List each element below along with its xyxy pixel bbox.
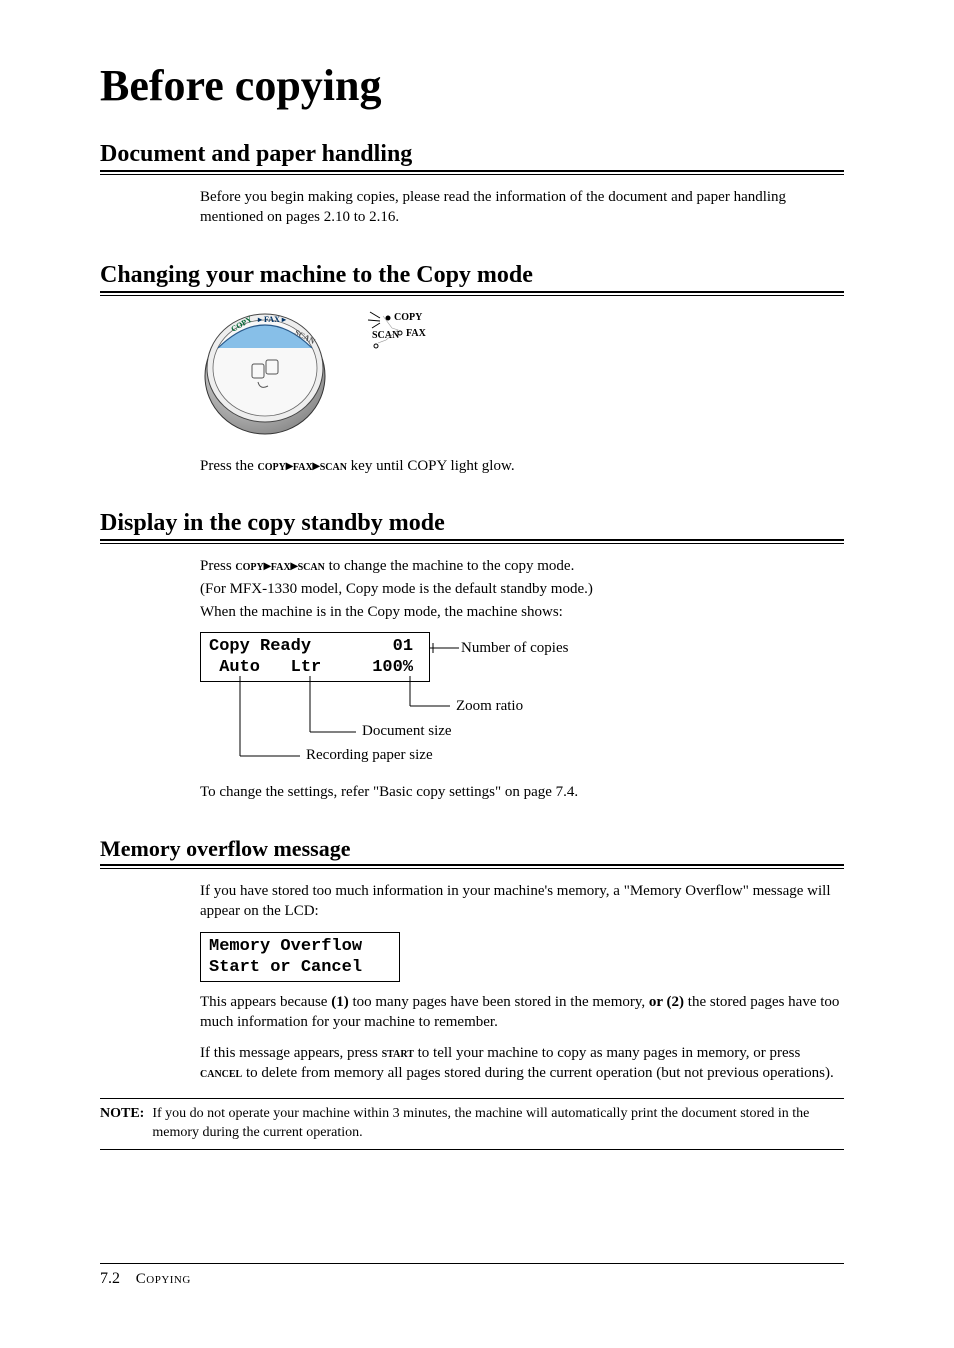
text: If this message appears, press — [200, 1045, 382, 1061]
heading-overflow: Memory overflow message — [100, 836, 844, 862]
svg-text:COPY: COPY — [394, 312, 423, 323]
para-display-3: When the machine is in the Copy mode, th… — [200, 602, 844, 622]
text: to tell your machine to copy as many pag… — [414, 1045, 800, 1061]
rule — [100, 170, 844, 175]
callout-zoom: Zoom ratio — [456, 698, 523, 715]
text: key until COPY light glow. — [347, 458, 515, 474]
lcd-display: Copy Ready 01 Auto Ltr 100% — [200, 632, 430, 683]
para-doc-handling: Before you begin making copies, please r… — [200, 187, 844, 228]
footer-chapter: Copying — [136, 1271, 191, 1287]
note-body: If you do not operate your machine withi… — [152, 1105, 844, 1143]
text: to change the machine to the copy mode. — [325, 558, 575, 574]
text: too many pages have been stored in the m… — [349, 994, 649, 1010]
rule — [100, 291, 844, 296]
page-title: Before copying — [100, 60, 844, 111]
heading-change-mode: Changing your machine to the Copy mode — [100, 262, 844, 289]
dial-illustration: COPY ▸ FAX ▸ SCAN — [200, 308, 330, 438]
key-label: cancel — [200, 1066, 242, 1081]
indicator-illustration: COPY FAX SCAN — [358, 308, 448, 368]
para-display-2: (For MFX-1330 model, Copy mode is the de… — [200, 579, 844, 599]
para-overflow-2: This appears because (1) too many pages … — [200, 992, 844, 1033]
lcd-line: Start or Cancel — [209, 957, 391, 978]
text: This appears because — [200, 994, 331, 1010]
callout-docsize: Document size — [362, 723, 452, 740]
para-overflow-3: If this message appears, press start to … — [200, 1043, 844, 1085]
mode-diagram: COPY ▸ FAX ▸ SCAN COPY FAX SCAN — [200, 308, 844, 438]
lcd-line: Copy Ready 01 — [209, 636, 421, 657]
note-label: NOTE: — [100, 1105, 144, 1143]
lcd-diagram: Copy Ready 01 Auto Ltr 100% Number of co… — [200, 632, 844, 772]
key-label: copy▸fax▸scan — [235, 559, 324, 574]
text: Press — [200, 558, 235, 574]
text: to delete from memory all pages stored d… — [242, 1065, 834, 1081]
lcd-line: Memory Overflow — [209, 936, 391, 957]
svg-text:FAX: FAX — [406, 328, 427, 339]
caption-change-mode: Press the copy▸fax▸scan key until COPY l… — [200, 456, 844, 477]
svg-text:▸ FAX ▸: ▸ FAX ▸ — [257, 315, 287, 324]
page-footer: 7.2 Copying — [100, 1263, 844, 1288]
rule — [100, 539, 844, 544]
callout-recsize: Recording paper size — [306, 747, 433, 764]
heading-doc-handling: Document and paper handling — [100, 141, 844, 168]
callout-copies: Number of copies — [461, 640, 568, 657]
footer-page-number: 7.2 — [100, 1270, 120, 1287]
para-display-after: To change the settings, refer "Basic cop… — [200, 782, 844, 802]
heading-display-standby: Display in the copy standby mode — [100, 510, 844, 537]
rule — [100, 864, 844, 869]
para-overflow-1: If you have stored too much information … — [200, 881, 844, 922]
text-bold: (1) — [331, 994, 349, 1010]
lcd-overflow: Memory Overflow Start or Cancel — [200, 932, 400, 983]
note-block: NOTE: If you do not operate your machine… — [100, 1098, 844, 1150]
text-bold: or (2) — [649, 994, 684, 1010]
text: Press the — [200, 458, 258, 474]
key-label: copy▸fax▸scan — [258, 459, 347, 474]
para-display-1: Press copy▸fax▸scan to change the machin… — [200, 556, 844, 577]
key-label: start — [382, 1046, 414, 1061]
